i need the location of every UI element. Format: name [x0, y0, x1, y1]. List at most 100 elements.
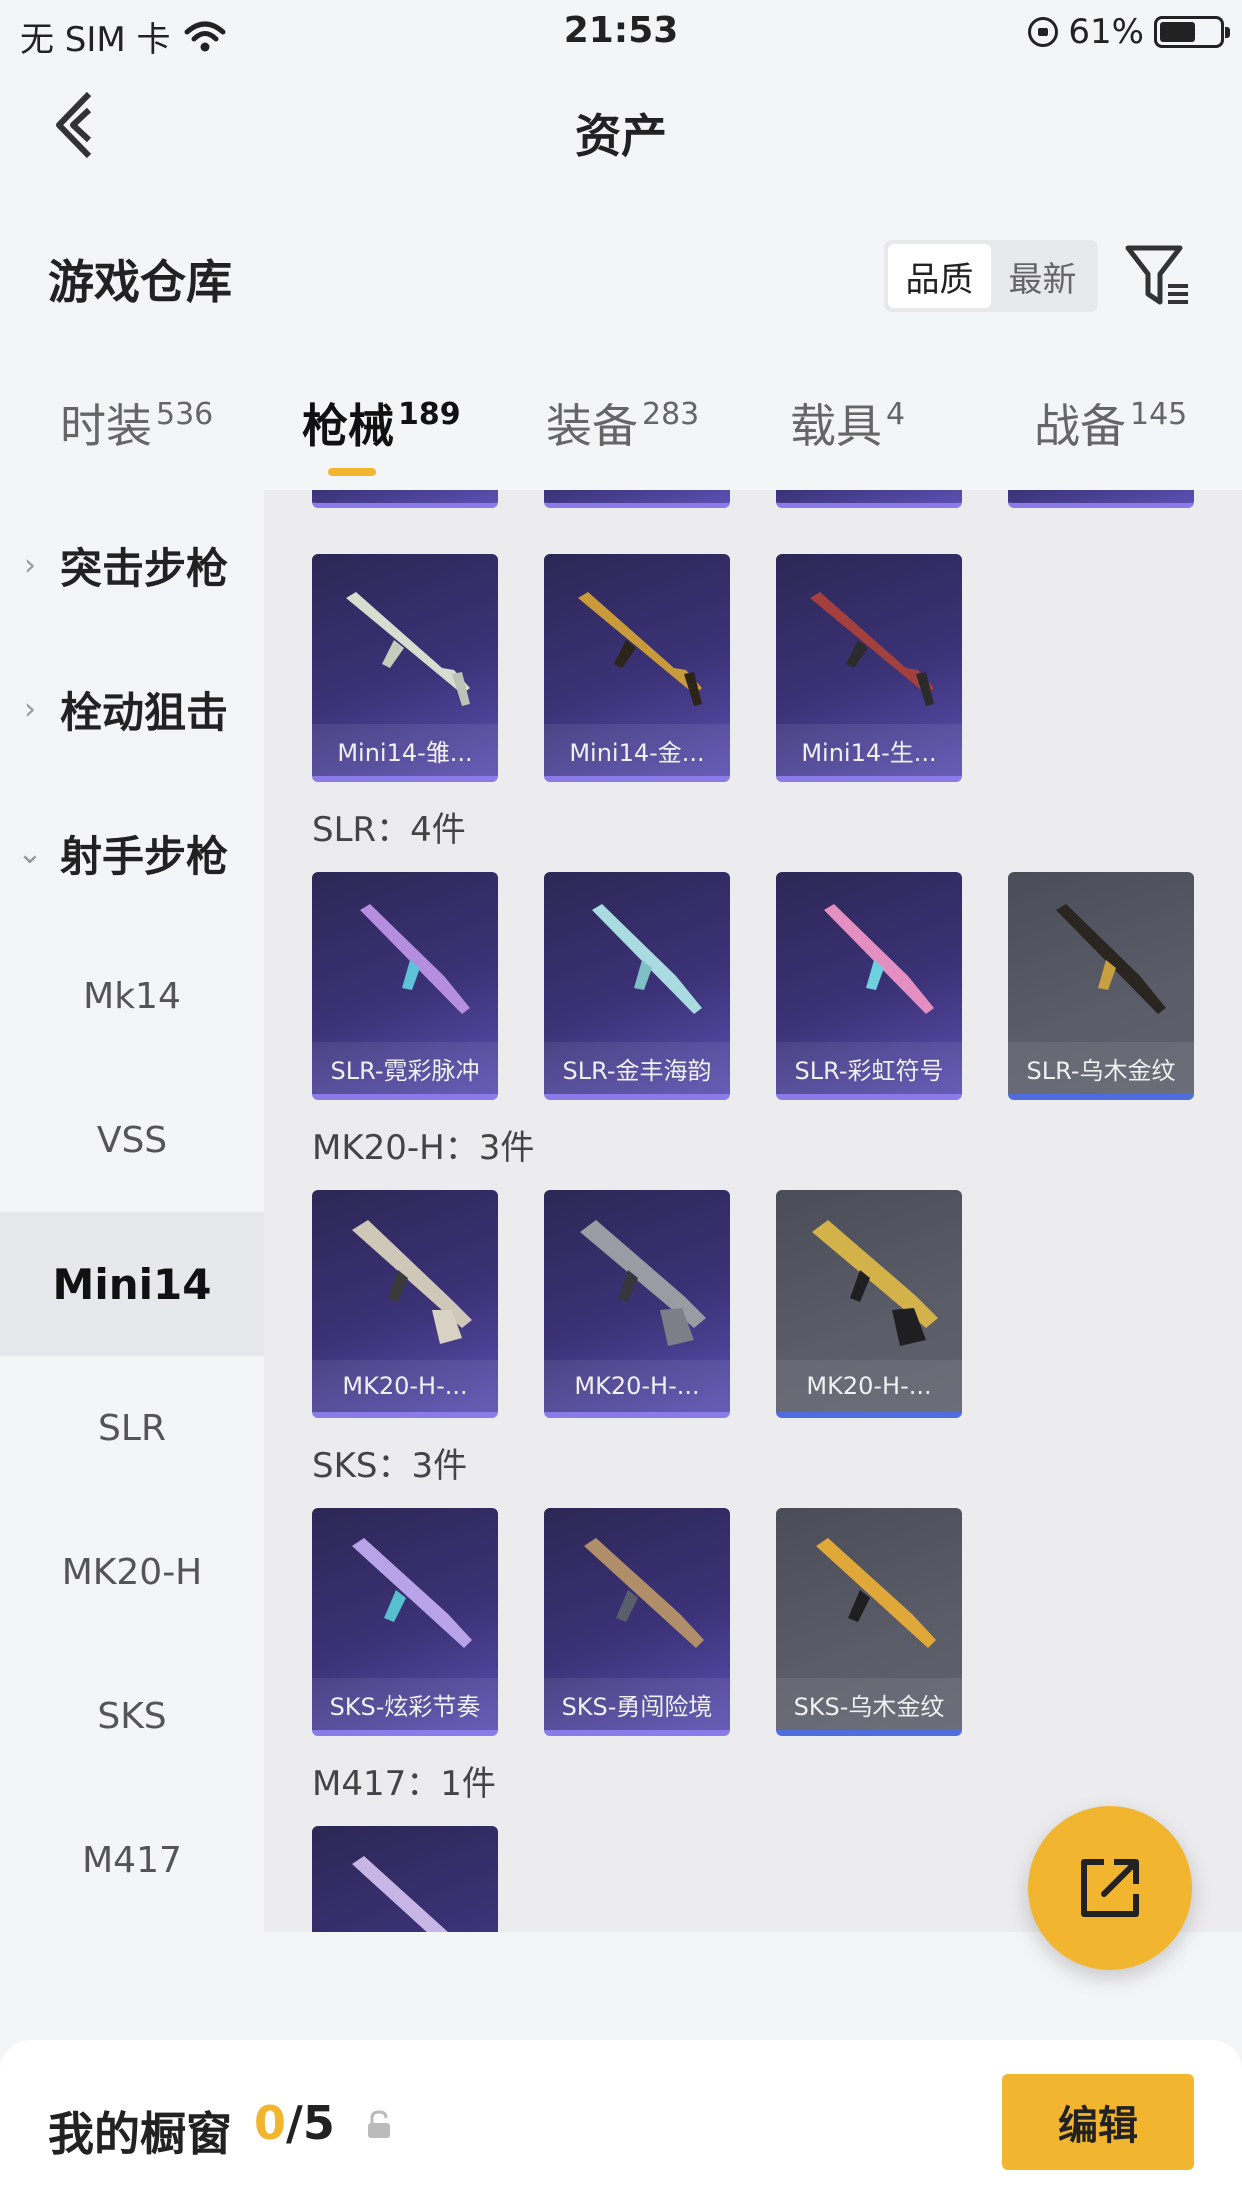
item-name: SKS-勇闯险境	[544, 1678, 730, 1730]
item-name: Mini14-金...	[544, 724, 730, 776]
showcase-current: 0	[254, 2096, 287, 2150]
sort-latest-button[interactable]: 最新	[991, 244, 1094, 308]
item-name: SLR-乌木金纹	[1008, 1042, 1194, 1094]
item-card[interactable]: SLR-彩虹符号	[776, 872, 962, 1100]
tab-weapons[interactable]: 枪械 189	[302, 390, 461, 456]
rifle-icon	[816, 1538, 936, 1648]
tab-fashion[interactable]: 时装 536	[60, 390, 213, 456]
tab-label: 时装	[60, 399, 152, 453]
item-card[interactable]: SKS-乌木金纹	[776, 1508, 962, 1736]
rifle-icon	[360, 904, 470, 1014]
sidebar: › 突击步枪 › 栓动狙击 ⌄ 射手步枪 Mk14 VSS Mini14 SLR MK…	[0, 490, 264, 1932]
filter-button[interactable]	[1124, 240, 1194, 310]
battery-fill	[1160, 22, 1196, 42]
category-tabs: 时装 536 枪械 189 装备 283 载具 4 战备 145	[0, 380, 1242, 480]
rifle-icon	[812, 1220, 938, 1346]
item-name: MK20-H-...	[544, 1360, 730, 1412]
card-stub	[776, 490, 962, 508]
edit-button[interactable]: 编辑	[1002, 2074, 1194, 2170]
item-card[interactable]	[312, 1826, 498, 1932]
page-title: 资产	[575, 109, 667, 163]
tab-label: 战备	[1034, 399, 1126, 453]
tab-equipment[interactable]: 装备 283	[546, 390, 699, 456]
item-name: SLR-彩虹符号	[776, 1042, 962, 1094]
item-name: SKS-乌木金纹	[776, 1678, 962, 1730]
item-card[interactable]: SLR-金丰海韵	[544, 872, 730, 1100]
item-name: SLR-金丰海韵	[544, 1042, 730, 1094]
sidebar-item-m417[interactable]: M417	[0, 1788, 264, 1932]
rifle-icon	[592, 904, 702, 1014]
item-name: Mini14-生...	[776, 724, 962, 776]
sidebar-item-mini14[interactable]: Mini14	[0, 1212, 264, 1356]
sidebar-group-label: 射手步枪	[60, 831, 229, 881]
rifle-icon	[346, 592, 470, 706]
sidebar-item-sks[interactable]: SKS	[0, 1644, 264, 1788]
filter-icon	[1125, 245, 1188, 305]
sidebar-item-mk20h[interactable]: MK20-H	[0, 1500, 264, 1644]
active-tab-indicator	[328, 468, 376, 476]
rifle-icon	[352, 1856, 448, 1932]
rifle-icon	[1056, 904, 1166, 1014]
section-label-slr: SLR：4件	[312, 810, 466, 850]
tab-label: 载具	[790, 399, 882, 453]
rifle-icon	[810, 592, 934, 706]
item-card[interactable]: Mini14-生...	[776, 554, 962, 782]
tab-count: 536	[156, 397, 214, 432]
showcase-total: /5	[286, 2096, 335, 2150]
rifle-icon	[352, 1538, 472, 1648]
chevron-down-icon: ⌄	[17, 835, 43, 871]
status-right: 61%	[1028, 12, 1230, 52]
item-card[interactable]: MK20-H-...	[312, 1190, 498, 1418]
tab-count: 4	[886, 397, 906, 432]
sidebar-group-label: 突击步枪	[60, 543, 229, 593]
item-name: MK20-H-...	[312, 1360, 498, 1412]
section-label-m417: M417：1件	[312, 1764, 496, 1804]
item-name: Mini14-雏...	[312, 724, 498, 776]
card-stub	[312, 490, 498, 508]
item-card[interactable]: SLR-霓彩脉冲	[312, 872, 498, 1100]
rifle-icon	[824, 904, 934, 1014]
sidebar-item-mk14[interactable]: Mk14	[0, 924, 264, 1068]
tab-count: 145	[1130, 397, 1188, 432]
item-card[interactable]: SKS-炫彩节奏	[312, 1508, 498, 1736]
item-card[interactable]: Mini14-金...	[544, 554, 730, 782]
item-name: SKS-炫彩节奏	[312, 1678, 498, 1730]
rifle-icon	[578, 592, 702, 706]
sort-toggle: 品质 最新	[884, 240, 1098, 312]
item-card[interactable]: SKS-勇闯险境	[544, 1508, 730, 1736]
tab-count: 283	[642, 397, 700, 432]
showcase-label: 我的橱窗	[48, 2107, 232, 2161]
tab-label: 装备	[546, 399, 638, 453]
item-card[interactable]: Mini14-雏...	[312, 554, 498, 782]
item-card[interactable]: MK20-H-...	[776, 1190, 962, 1418]
lock-icon	[368, 2110, 390, 2138]
nav-bar: 资产	[0, 70, 1242, 180]
sidebar-group-marksman-rifle[interactable]: ⌄ 射手步枪	[0, 808, 264, 898]
sidebar-item-slr[interactable]: SLR	[0, 1356, 264, 1500]
tab-gear[interactable]: 战备 145	[1034, 390, 1187, 456]
section-label-sks: SKS：3件	[312, 1446, 468, 1486]
sidebar-group-bolt-sniper[interactable]: › 栓动狙击	[0, 664, 264, 754]
showcase-count: 0/5	[254, 2096, 335, 2150]
sidebar-group-assault-rifle[interactable]: › 突击步枪	[0, 520, 264, 610]
chevron-right-icon: ›	[24, 547, 36, 583]
rotation-lock-icon	[1028, 17, 1059, 47]
item-card[interactable]: SLR-乌木金纹	[1008, 872, 1194, 1100]
rifle-icon	[352, 1220, 472, 1344]
sidebar-item-vss[interactable]: VSS	[0, 1068, 264, 1212]
warehouse-title: 游戏仓库	[48, 255, 232, 309]
share-button[interactable]	[1028, 1806, 1192, 1970]
item-card[interactable]: MK20-H-...	[544, 1190, 730, 1418]
sort-quality-button[interactable]: 品质	[888, 244, 991, 308]
card-stub	[544, 490, 730, 508]
tab-vehicles[interactable]: 载具 4	[790, 390, 905, 456]
section-label-mk20h: MK20-H：3件	[312, 1128, 535, 1168]
share-icon	[1081, 1859, 1139, 1917]
rifle-icon	[580, 1220, 706, 1346]
rifle-icon	[584, 1538, 704, 1648]
tab-count: 189	[398, 397, 461, 432]
battery-percent: 61%	[1068, 12, 1144, 52]
item-grid: Mini14-雏... Mini14-金... Mini14-生... SLR：…	[264, 490, 1242, 1932]
battery-icon	[1154, 16, 1230, 48]
status-bar: 无 SIM 卡 21:53 61%	[0, 0, 1242, 64]
